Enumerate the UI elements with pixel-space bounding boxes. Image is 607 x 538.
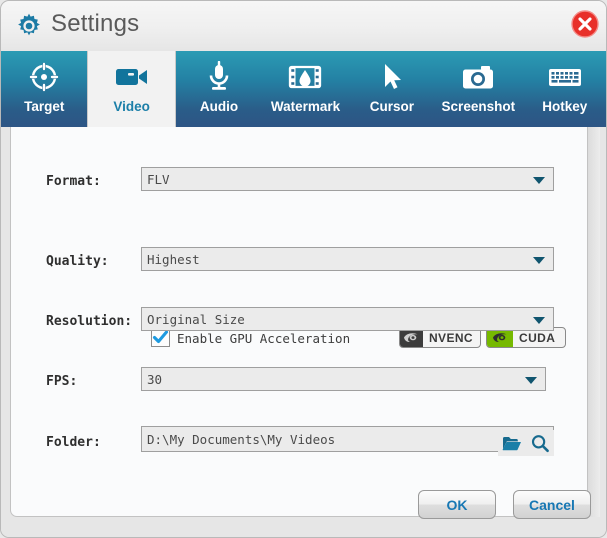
format-value: FLV [142, 172, 170, 187]
tab-label: Cursor [370, 99, 414, 114]
watermark-icon [288, 60, 322, 94]
quality-select[interactable]: Highest [141, 247, 554, 271]
tab-label: Target [24, 99, 64, 114]
magnifier-icon[interactable] [530, 434, 550, 453]
panel-gutter [588, 127, 600, 517]
quality-value: Highest [142, 252, 200, 267]
tab-cursor[interactable]: Cursor [349, 51, 435, 127]
tab-label: Watermark [271, 99, 340, 114]
cursor-arrow-icon [380, 60, 404, 94]
ok-button[interactable]: OK [418, 490, 496, 519]
folder-actions [498, 430, 554, 456]
microphone-icon [205, 60, 233, 94]
content-area: Format: FLV Enable GPU Acceleration [1, 127, 607, 538]
title-bar: Settings [1, 1, 607, 51]
quality-label: Quality: [46, 254, 109, 269]
chevron-down-icon [533, 177, 545, 184]
folder-value: D:\My Documents\My Videos [142, 432, 335, 447]
close-icon[interactable] [571, 10, 599, 38]
chevron-down-icon [533, 257, 545, 264]
page-title: Settings [51, 10, 139, 38]
tab-watermark[interactable]: Watermark [262, 51, 348, 127]
cuda-label: CUDA [513, 331, 562, 345]
fps-select[interactable]: 30 [141, 367, 546, 391]
tab-label: Audio [200, 99, 238, 114]
format-select[interactable]: FLV [141, 167, 554, 191]
tab-target[interactable]: Target [1, 51, 87, 127]
nvenc-label: NVENC [423, 331, 480, 345]
cancel-button[interactable]: Cancel [513, 490, 591, 519]
video-settings-panel: Format: FLV Enable GPU Acceleration [10, 127, 588, 517]
tab-screenshot[interactable]: Screenshot [435, 51, 521, 127]
video-camera-icon [114, 60, 150, 94]
fps-value: 30 [142, 372, 162, 387]
fps-label: FPS: [46, 374, 77, 389]
resolution-label: Resolution: [46, 314, 132, 329]
tab-audio[interactable]: Audio [176, 51, 262, 127]
keyboard-icon [547, 60, 583, 94]
target-icon [28, 60, 60, 94]
tab-label: Hotkey [542, 99, 587, 114]
folder-input[interactable]: D:\My Documents\My Videos [141, 426, 554, 452]
camera-icon [461, 60, 495, 94]
tab-label: Screenshot [442, 99, 516, 114]
settings-window: Settings Target [0, 0, 607, 538]
chevron-down-icon [533, 317, 545, 324]
folder-open-icon[interactable] [502, 435, 522, 452]
resolution-select[interactable]: Original Size [141, 307, 554, 331]
chevron-down-icon [525, 377, 537, 384]
tab-hotkey[interactable]: Hotkey [522, 51, 607, 127]
resolution-value: Original Size [142, 312, 245, 327]
tab-label: Video [113, 99, 150, 114]
gear-icon [15, 12, 43, 40]
tab-bar: Target Video A [1, 51, 607, 127]
format-label: Format: [46, 174, 101, 189]
tab-video[interactable]: Video [87, 51, 175, 127]
enable-gpu-label: Enable GPU Acceleration [177, 331, 350, 346]
folder-label: Folder: [46, 435, 101, 450]
